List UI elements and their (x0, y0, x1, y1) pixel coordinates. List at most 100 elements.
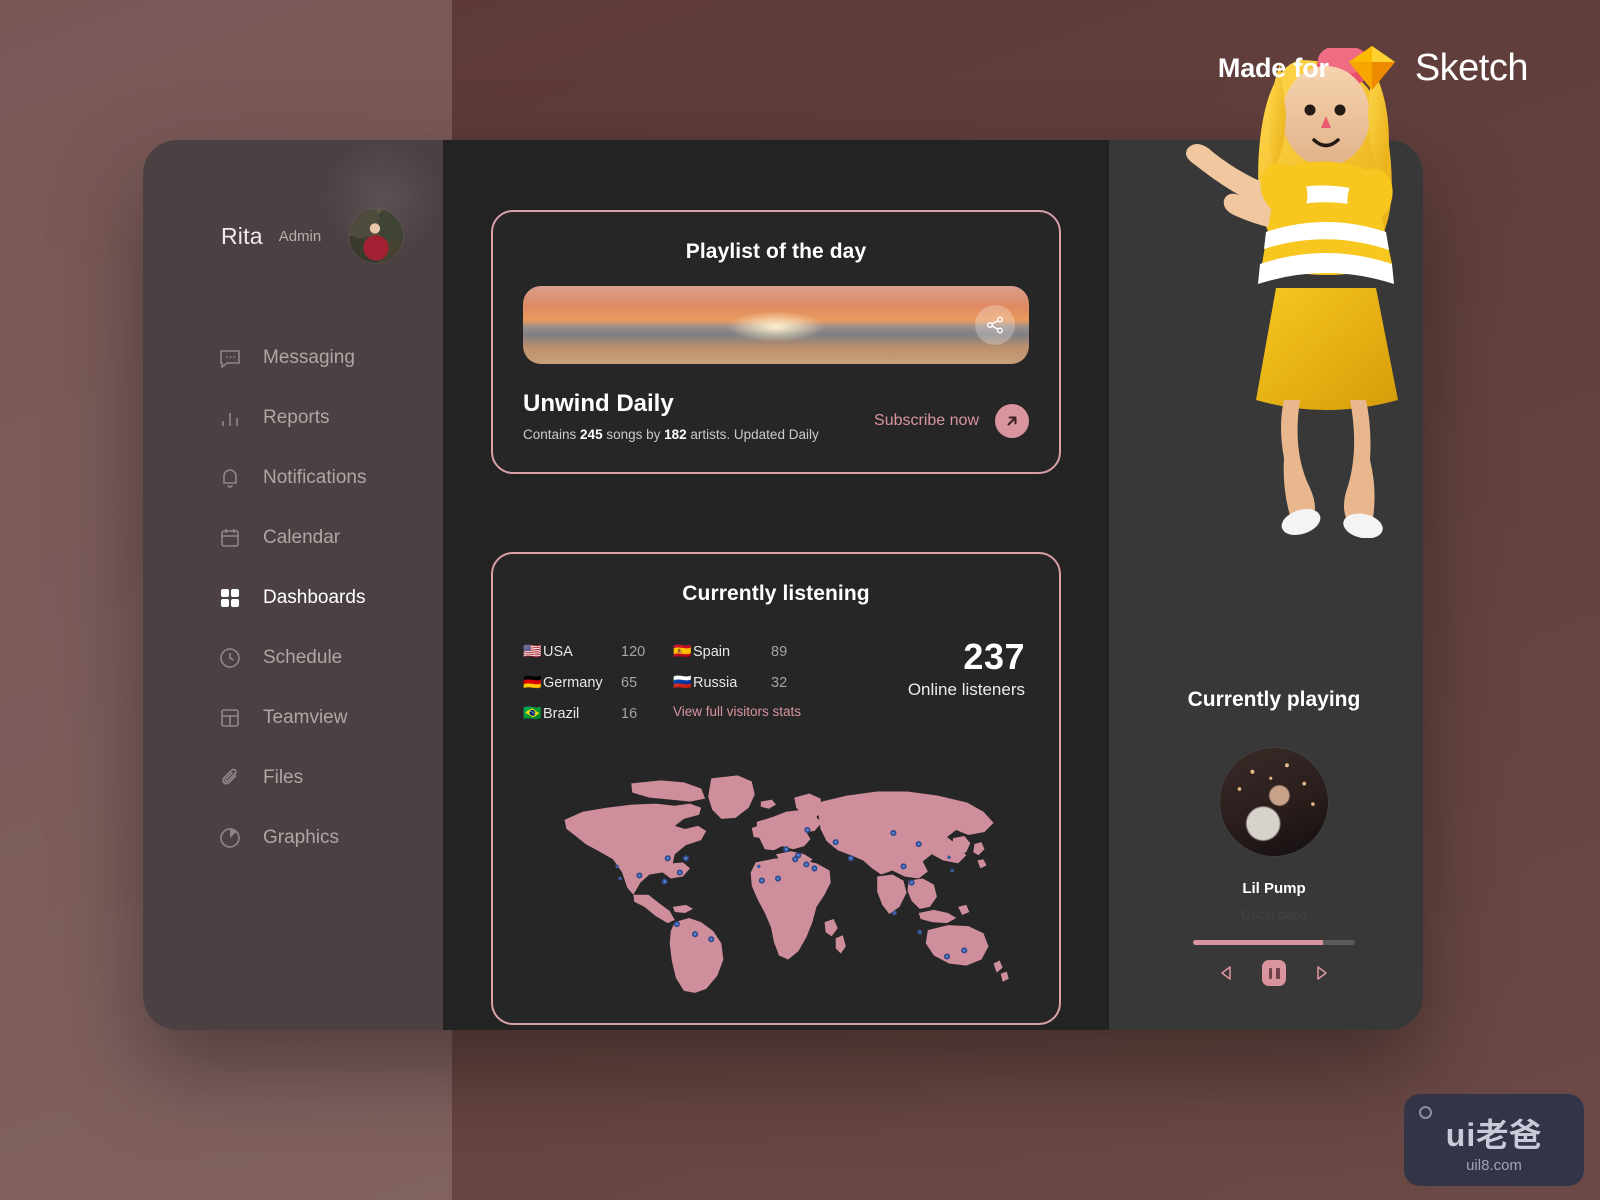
sidebar-item-calendar[interactable]: Calendar (143, 508, 443, 568)
app-window: Rita Admin Messaging Reports Notificatio… (143, 140, 1423, 1030)
flag-icon: 🇧🇷 (523, 705, 542, 722)
sidebar-item-label: Reports (263, 407, 330, 428)
pause-icon (1268, 967, 1272, 979)
sidebar-item-label: Schedule (263, 647, 343, 668)
sidebar-item-reports[interactable]: Reports (143, 388, 443, 448)
country-name: Spain (693, 643, 731, 660)
sidebar-item-label: Teamview (263, 707, 348, 728)
country-name: Russia (693, 674, 738, 691)
pause-button[interactable] (1262, 960, 1286, 986)
sidebar-item-label: Dashboards (263, 587, 366, 608)
now-playing-panel: Currently playing Lil Pump Gucci gang (1109, 140, 1423, 1030)
country-column-left: 🇺🇸 USA 120 🇩🇪 Germany 65 🇧🇷 Brazil 16 (523, 636, 673, 729)
table-row: 🇩🇪 Germany 65 (523, 667, 673, 698)
view-full-visitors-stats-link[interactable]: View full visitors stats (673, 704, 823, 719)
country-column-right: 🇪🇸 Spain 89 🇷🇺 Russia 32 View full visit… (673, 636, 823, 720)
sidebar-item-graphics[interactable]: Graphics (143, 808, 443, 868)
playlist-of-the-day-card: Playlist of the day Unwind Daily Contain… (491, 210, 1061, 474)
online-listeners-summary: 237 Online listeners (823, 636, 1029, 700)
songs-count: 245 (580, 427, 603, 442)
made-for-label: Made for (1217, 52, 1329, 83)
sidebar-item-schedule[interactable]: Schedule (143, 628, 443, 688)
subscribe-now-link[interactable]: Subscribe now (874, 412, 979, 430)
user-profile[interactable]: Rita Admin (143, 196, 443, 276)
message-icon (219, 347, 241, 369)
currently-listening-card: Currently listening 🇺🇸 USA 120 🇩🇪 German… (491, 552, 1061, 1025)
clock-icon (219, 647, 241, 669)
artists-count: 182 (664, 427, 687, 442)
artist-name: Lil Pump (1242, 880, 1306, 897)
table-row: 🇪🇸 Spain 89 (673, 636, 823, 667)
playlist-name: Unwind Daily (523, 390, 674, 417)
playback-progress-fill (1193, 940, 1323, 945)
watermark-dot-icon (1419, 1106, 1432, 1119)
country-stats: 🇺🇸 USA 120 🇩🇪 Germany 65 🇧🇷 Brazil 16 🇪🇸… (523, 636, 1029, 729)
subscribe-group: Subscribe now (874, 404, 1029, 442)
watermark-main-text: ui老爸 (1445, 1117, 1543, 1153)
next-icon (1317, 966, 1327, 980)
previous-button[interactable] (1218, 964, 1234, 982)
album-artwork[interactable] (1220, 748, 1328, 856)
sidebar-item-label: Graphics (263, 827, 340, 848)
calendar-icon (219, 527, 241, 549)
country-count: 16 (621, 705, 638, 722)
country-count: 89 (771, 643, 788, 660)
user-role: Admin (278, 227, 322, 245)
online-listeners-count: 237 (963, 636, 1025, 677)
next-button[interactable] (1314, 964, 1330, 982)
sidebar-item-messaging[interactable]: Messaging (143, 328, 443, 388)
sidebar-item-label: Calendar (263, 527, 341, 548)
country-name: USA (543, 643, 573, 660)
flag-icon: 🇪🇸 (673, 643, 692, 660)
avatar[interactable] (349, 209, 404, 263)
watermark-sub-text: uil8.com (1466, 1157, 1522, 1174)
playback-progress-bar[interactable] (1193, 940, 1355, 945)
watermark-badge: ui老爸 uil8.com (1404, 1094, 1584, 1186)
subscribe-arrow-button[interactable] (995, 404, 1029, 438)
sidebar-item-teamview[interactable]: Teamview (143, 688, 443, 748)
country-count: 65 (621, 674, 638, 691)
meta-mid: songs by (602, 427, 665, 442)
listening-card-title: Currently listening (682, 582, 870, 605)
table-row: 🇷🇺 Russia 32 (673, 667, 823, 698)
sidebar: Rita Admin Messaging Reports Notificatio… (143, 140, 445, 1030)
online-listeners-label: Online listeners (907, 680, 1025, 699)
sidebar-item-label: Files (263, 767, 304, 788)
paperclip-icon (219, 767, 241, 789)
share-button[interactable] (975, 305, 1015, 345)
playlist-card-title: Playlist of the day (685, 240, 867, 263)
pause-icon (1276, 967, 1280, 979)
table-row: 🇺🇸 USA 120 (523, 636, 673, 667)
country-count: 32 (771, 674, 788, 691)
sidebar-item-dashboards[interactable]: Dashboards (143, 568, 443, 628)
share-icon (987, 316, 1003, 334)
sidebar-item-notifications[interactable]: Notifications (143, 448, 443, 508)
map-landmasses (564, 775, 1009, 993)
sidebar-item-label: Messaging (263, 347, 355, 368)
country-name: Germany (543, 674, 603, 691)
arrow-up-right-icon (1007, 416, 1017, 426)
flag-icon: 🇺🇸 (523, 643, 542, 660)
sketch-diamond-icon (1348, 46, 1395, 90)
main-content: Playlist of the day Unwind Daily Contain… (443, 140, 1109, 1030)
bell-icon (219, 467, 241, 489)
previous-icon (1221, 966, 1231, 980)
player-controls (1218, 960, 1330, 986)
meta-suffix: artists. Updated Daily (686, 427, 819, 442)
flag-icon: 🇩🇪 (523, 674, 542, 691)
playlist-cover-image[interactable] (523, 286, 1029, 364)
user-name: Rita (221, 222, 263, 249)
country-count: 120 (621, 643, 646, 660)
world-map[interactable] (523, 755, 1029, 993)
pie-chart-icon (219, 827, 241, 849)
world-map-svg (564, 775, 1009, 993)
playlist-info-row: Unwind Daily Contains 245 songs by 182 a… (523, 390, 1029, 442)
now-playing-title: Currently playing (1187, 688, 1361, 711)
layout-icon (219, 707, 241, 729)
made-for-sketch-branding: Made for Sketch (1217, 44, 1529, 92)
flag-icon: 🇷🇺 (673, 674, 692, 691)
sidebar-item-files[interactable]: Files (143, 748, 443, 808)
sidebar-nav: Messaging Reports Notifications Calendar… (143, 328, 443, 868)
country-name: Brazil (543, 705, 580, 722)
table-row: 🇧🇷 Brazil 16 (523, 698, 673, 729)
